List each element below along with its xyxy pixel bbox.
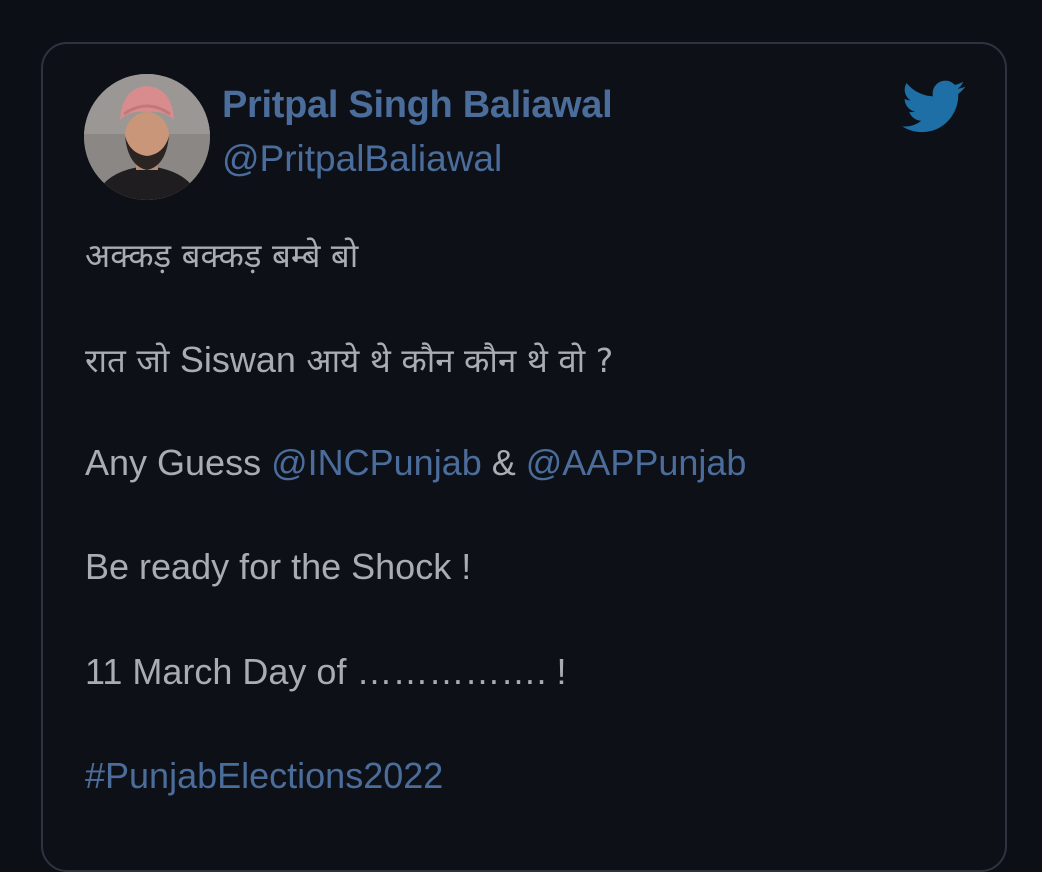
mention-aappunjab[interactable]: @AAPPunjab (526, 442, 747, 483)
avatar-image (84, 74, 210, 200)
author-display-name[interactable]: Pritpal Singh Baliawal (222, 84, 613, 127)
tweet-text-line-5: 11 March Day of ……………. ! (85, 651, 567, 692)
tweet-text-line-2-part-2: Siswan (179, 339, 296, 380)
tweet-text-line-3: Any Guess @INCPunjab & @AAPPunjab (85, 442, 746, 484)
tweet-text-line-4: Be ready for the Shock ! (85, 546, 472, 587)
tweet-text-line-1: अक्कड़ बक्कड़ बम्बे बो (85, 236, 359, 275)
author-handle[interactable]: @PritpalBaliawal (222, 138, 502, 180)
tweet-text-line-2-part-3: आये थे कौन कौन थे वो ? (295, 341, 614, 380)
tweet-text-line-2-part-1: रात जो (85, 341, 180, 380)
line-3-mid: & (481, 442, 526, 483)
author-avatar[interactable] (84, 74, 210, 200)
hashtag-punjab-elections-2022[interactable]: #PunjabElections2022 (85, 755, 443, 797)
tweet-text-line-2: रात जो Siswan आये थे कौन कौन थे वो ? (85, 337, 613, 382)
line-3-prefix: Any Guess (85, 442, 272, 483)
twitter-bird-icon[interactable] (902, 80, 966, 134)
mention-incpunjab[interactable]: @INCPunjab (271, 442, 482, 483)
